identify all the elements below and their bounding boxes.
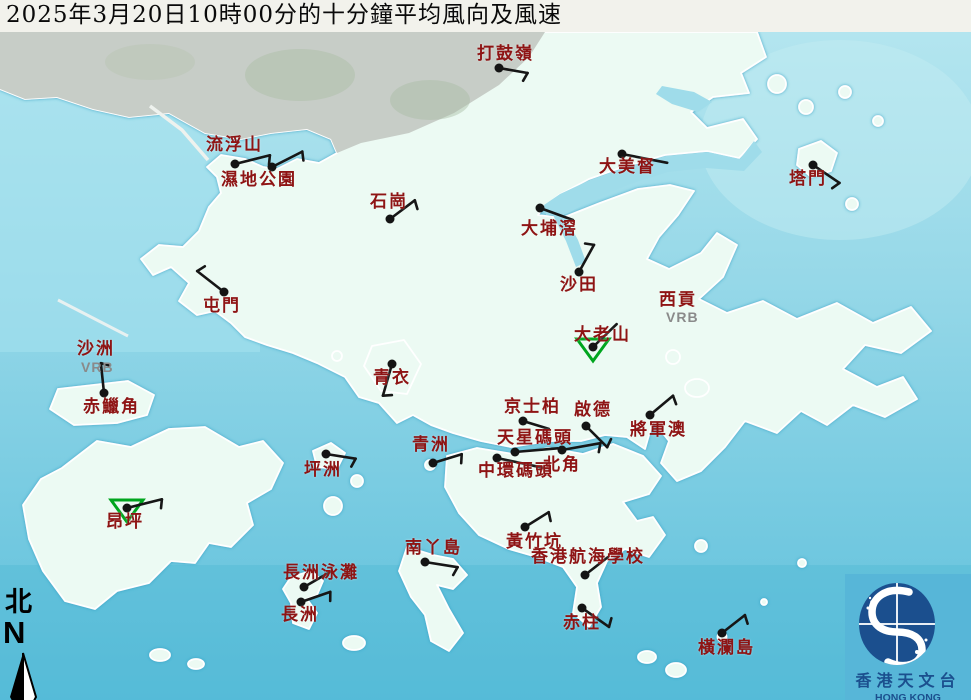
station-label-lau-fau-shan: 流浮山 <box>206 137 263 155</box>
island-double-haven-3 <box>839 86 851 98</box>
station-label-shek-kong: 石崗 <box>370 194 408 212</box>
island-sharp <box>666 350 680 364</box>
south-sea-water <box>0 565 971 700</box>
north-arrow-right-half <box>23 653 36 700</box>
island-port <box>846 198 858 210</box>
station-label-lamma-island: 南丫島 <box>405 540 462 558</box>
urban-hill-3 <box>105 44 195 80</box>
station-label-central-pier: 中環碼頭 <box>478 463 554 481</box>
urban-hill-1 <box>245 49 355 101</box>
station-label-tseung-kwan-o: 將軍澳 <box>630 422 687 440</box>
station-label-tai-mei-tuk: 大美督 <box>599 159 656 177</box>
island-ma-wan <box>332 351 342 361</box>
north-arrow-left-half <box>10 653 23 700</box>
urban-hill-2 <box>390 80 470 120</box>
north-hanzi-label: 北 <box>5 580 48 619</box>
station-label-sha-tin: 沙田 <box>560 277 598 295</box>
map-title: 2025年3月20日10時00分的十分鐘平均風向及風速 <box>0 0 971 32</box>
island-ninepin-2 <box>761 599 767 605</box>
island-green-island <box>425 460 435 470</box>
logo-name-zh: 香港天文台 <box>845 667 971 691</box>
hong-kong-map <box>0 0 971 700</box>
island-sunshine <box>351 475 363 487</box>
station-label-sai-kung: 西貢 <box>659 292 697 310</box>
logo-name-en: HONG KONG OBSERVATORY <box>845 692 971 700</box>
island-tung-lung <box>695 540 707 552</box>
north-compass: 北 N <box>2 580 48 700</box>
station-label-kai-tak: 啟德 <box>574 402 612 420</box>
station-label-cheung-chau: 長洲 <box>281 607 319 625</box>
island-double-haven-2 <box>799 100 813 114</box>
hko-logo: 香港天文台 HONG KONG OBSERVATORY <box>845 574 971 700</box>
station-label-chek-lap-kok: 赤鱲角 <box>83 399 140 417</box>
station-label-kings-park: 京士柏 <box>504 399 561 417</box>
island-po-toi-1 <box>638 651 656 663</box>
station-label-tates-cairn: 大老山 <box>574 327 631 345</box>
island-soko-1 <box>150 649 170 661</box>
wind-map-screen: 打鼓嶺流浮山濕地公園石崗大美督塔門大埔滘沙田西貢VRB大老山沙洲VRB赤鱲角屯門… <box>0 0 971 700</box>
island-soko-2 <box>188 659 204 669</box>
logo-inner <box>858 582 936 666</box>
north-letter-label: N <box>3 615 48 651</box>
station-label-tap-mun: 塔門 <box>789 171 827 189</box>
station-label-ngong-ping: 昂坪 <box>106 514 144 532</box>
station-label-sha-chau: 沙洲 <box>77 341 115 359</box>
station-label-star-ferry: 天星碼頭 <box>497 430 573 448</box>
station-label-tuen-mun: 屯門 <box>203 298 241 316</box>
station-label-hk-sea-school: 香港航海學校 <box>531 549 645 567</box>
station-label-peng-chau: 坪洲 <box>304 462 342 480</box>
station-label-stanley: 赤柱 <box>563 615 601 633</box>
station-label-tai-po-kau: 大埔滘 <box>521 221 578 239</box>
north-arrow-icon <box>2 651 48 700</box>
hko-logo-icon <box>845 574 971 666</box>
island-hei-ling-chau <box>324 497 342 515</box>
island-po-toi-2 <box>666 663 686 677</box>
vrb-label-sha-chau: VRB <box>81 360 114 374</box>
station-label-tsing-yi: 青衣 <box>373 370 411 388</box>
island-double-haven-4 <box>873 116 883 126</box>
station-label-ta-kwu-ling: 打鼓嶺 <box>477 46 534 64</box>
island-kau-sai <box>685 379 709 397</box>
island-shek-kwu-chau <box>343 636 365 650</box>
island-ninepin-1 <box>798 559 806 567</box>
station-label-cheung-chau-beach: 長洲泳灘 <box>283 565 359 583</box>
station-label-waglan-island: 橫瀾島 <box>698 640 755 658</box>
station-label-green-island: 青洲 <box>412 437 450 455</box>
vrb-label-sai-kung: VRB <box>666 310 699 324</box>
station-label-wetland-park: 濕地公園 <box>221 172 297 190</box>
island-double-haven-1 <box>768 75 786 93</box>
